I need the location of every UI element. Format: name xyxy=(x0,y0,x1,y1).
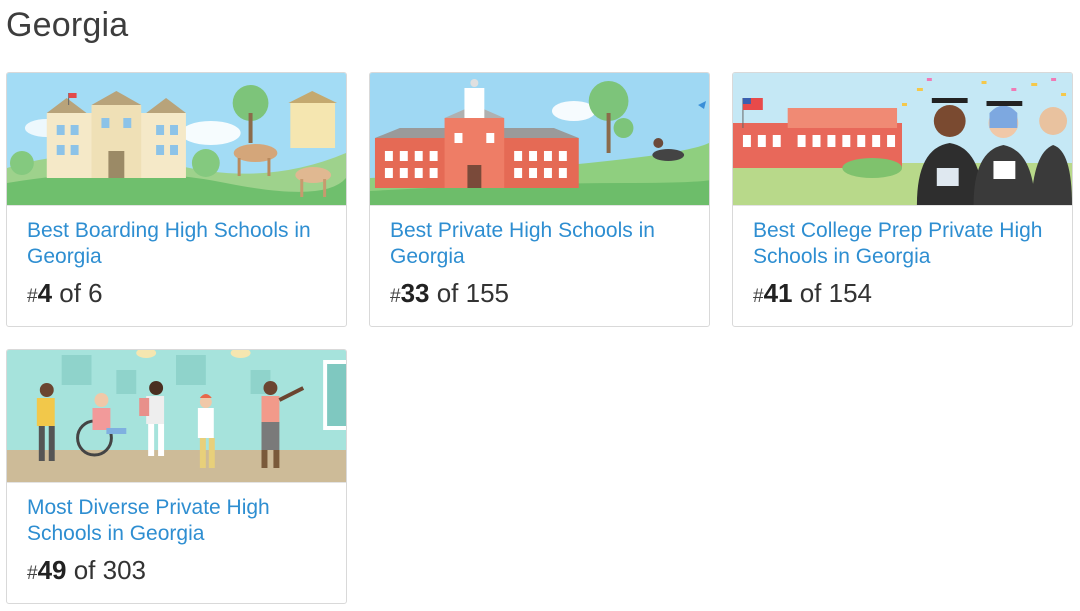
rank-hash: # xyxy=(27,286,38,307)
ranking-card-boarding[interactable]: Best Boarding High Schools in Georgia #4… xyxy=(6,72,347,327)
ranking-title-link[interactable]: Most Diverse Private High Schools in Geo… xyxy=(27,495,328,547)
ranking-card-college-prep[interactable]: Best College Prep Private High Schools i… xyxy=(732,72,1073,327)
rankings-grid: Best Boarding High Schools in Georgia #4… xyxy=(6,72,1074,604)
rank-total: of 303 xyxy=(66,555,147,585)
ranking-card-private[interactable]: Best Private High Schools in Georgia #33… xyxy=(369,72,710,327)
section-title: Georgia xyxy=(6,6,129,44)
ranking-position: #4 of 6 xyxy=(27,278,328,312)
rank-number: 41 xyxy=(763,278,793,308)
rank-total: of 6 xyxy=(52,278,103,308)
ranking-position: #41 of 154 xyxy=(753,278,1054,312)
rank-number: 4 xyxy=(37,278,53,308)
boarding-school-illustration xyxy=(7,73,346,206)
rank-number: 49 xyxy=(37,555,67,585)
card-body: Best Private High Schools in Georgia #33… xyxy=(370,206,709,312)
private-school-illustration xyxy=(370,73,709,206)
ranking-title-link[interactable]: Best Boarding High Schools in Georgia xyxy=(27,218,328,270)
rank-number: 33 xyxy=(400,278,430,308)
rank-hash: # xyxy=(753,286,764,307)
ranking-position: #33 of 155 xyxy=(390,278,691,312)
card-body: Most Diverse Private High Schools in Geo… xyxy=(7,483,346,589)
rank-total: of 154 xyxy=(792,278,873,308)
ranking-position: #49 of 303 xyxy=(27,555,328,589)
ranking-title-link[interactable]: Best Private High Schools in Georgia xyxy=(390,218,691,270)
college-prep-illustration xyxy=(733,73,1072,206)
ranking-card-diverse[interactable]: Most Diverse Private High Schools in Geo… xyxy=(6,349,347,604)
card-body: Best College Prep Private High Schools i… xyxy=(733,206,1072,312)
card-body: Best Boarding High Schools in Georgia #4… xyxy=(7,206,346,312)
rank-total: of 155 xyxy=(429,278,510,308)
diverse-students-illustration xyxy=(7,350,346,483)
ranking-title-link[interactable]: Best College Prep Private High Schools i… xyxy=(753,218,1054,270)
rank-hash: # xyxy=(27,563,38,584)
rank-hash: # xyxy=(390,286,401,307)
